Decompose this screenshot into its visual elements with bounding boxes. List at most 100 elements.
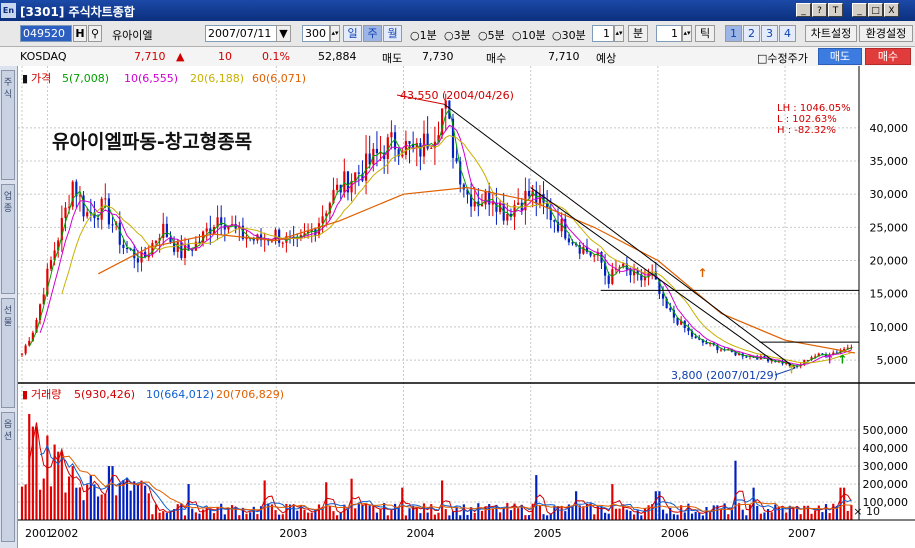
candle-body [100,198,103,220]
volume-bar [198,513,201,520]
volume-bar [408,508,411,520]
volume-bar [375,512,379,520]
volume-bar [611,484,614,520]
volume-bar [89,475,92,520]
volume-bar [542,514,545,520]
candle-body [462,184,465,190]
legend-volume: 거래량 [31,388,61,401]
volume-bar [162,511,165,520]
volume-bar [346,509,350,520]
volume-bar [448,515,451,520]
candle-body [136,258,139,263]
candle-body [517,202,520,205]
volume-bar [582,506,585,520]
volume-bar [281,514,284,520]
volume-bar [509,510,513,520]
volume-bar [274,510,277,520]
high-annotation: 43,550 (2004/04/26) [400,89,514,102]
volume-bar [296,510,299,520]
candle-body [96,218,100,220]
volume-bar [614,508,618,520]
volume-bar [661,509,665,520]
volume-bar [111,466,114,520]
volume-bar [35,426,38,520]
volume-bar [96,496,100,520]
volume-bar [419,513,422,520]
volume-bar [292,505,295,520]
volume-bar [42,478,45,520]
volume-bar [593,514,596,520]
candle-body [694,336,697,339]
volume-bar [115,495,118,520]
legend-vol20: 20(706,829) [216,388,284,401]
volume-bar [564,511,567,520]
volume-bar [151,514,154,520]
legend-ma60: 60(6,071) [252,72,306,85]
legend-vol5: 5(930,426) [74,388,135,401]
volume-axis-tick: 300,000 [863,460,909,473]
candle-body [491,202,494,205]
volume-bar [191,508,194,520]
volume-bar [49,486,53,520]
volume-bar [364,504,368,520]
volume-bar [140,480,143,520]
price-legend-swatch: ▮ [22,72,28,85]
volume-bar [799,514,802,520]
volume-bar [473,512,476,520]
volume-bar [810,513,813,520]
volume-bar [850,505,853,520]
volume-bar [517,508,520,520]
price-axis-tick: 10,000 [870,321,909,334]
legend-vol10: 10(664,012) [146,388,214,401]
volume-bar [738,503,741,520]
candle-body [49,260,53,269]
candle-body [281,242,284,244]
volume-bar [368,505,371,520]
candle-body [607,275,610,284]
volume-bar [546,515,549,520]
volume-bar [766,509,770,520]
volume-bar [249,512,252,520]
volume-bar [828,513,831,520]
candle-body [661,293,665,299]
volume-bar [404,515,407,520]
volume-bar [67,476,71,520]
volume-bar [741,509,744,520]
volume-bar [462,504,465,520]
volume-bar [770,512,773,520]
volume-bar [719,508,723,520]
volume-bar [78,487,82,520]
volume-bar [433,514,436,520]
volume-bar [459,515,462,520]
candle-body [245,238,248,240]
volume-bar [632,514,636,520]
volume-bar [705,506,708,520]
volume-bar [625,509,628,520]
volume-bar [64,492,67,520]
volume-bar [437,512,440,520]
candle-body [20,353,24,355]
volume-bar [698,512,701,520]
volume-bar [238,515,241,520]
candle-body [538,194,541,204]
candle-body [593,255,596,257]
volume-bar [607,513,610,520]
candle-body [343,171,346,193]
price-axis-tick: 15,000 [870,288,909,301]
candle-body [205,228,208,232]
volume-bar [422,503,426,520]
volume-bar [846,510,849,520]
volume-bar [230,505,234,520]
price-axis-tick: 40,000 [870,122,909,135]
volume-bar [676,514,679,520]
volume-bar [759,513,762,520]
volume-bar [777,506,781,520]
candle-body [154,240,158,244]
candle-body [24,345,27,354]
volume-bar [176,504,179,520]
volume-bar [165,513,168,520]
candle-body [401,154,404,157]
stat-lh: LH : 1046.05% [777,103,851,114]
chart-area: ▮ 가격 5(7,008) 10(6,555) 20(6,188) 60(6,0… [18,66,915,548]
volume-bar [734,460,737,520]
